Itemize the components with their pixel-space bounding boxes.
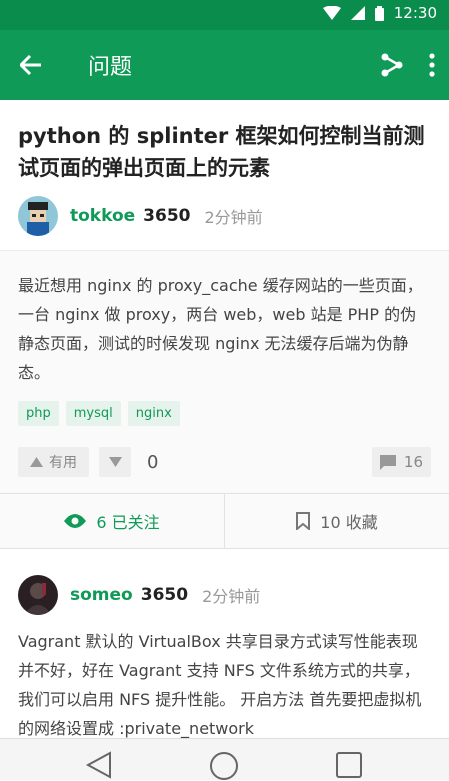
follow-button[interactable]: 6 已关注 — [0, 494, 224, 548]
comment-count: 16 — [403, 453, 423, 471]
triangle-up-icon — [30, 457, 43, 467]
author-reputation: 3650 — [140, 585, 189, 605]
question-body: 最近想用 nginx 的 proxy_cache 缓存网站的一些页面，一台 ng… — [0, 251, 449, 493]
vote-count: 0 — [147, 451, 159, 473]
triangle-down-icon — [108, 457, 122, 467]
post-time: 2分钟前 — [202, 587, 261, 606]
avatar[interactable] — [18, 196, 58, 236]
author-name[interactable]: someo — [70, 585, 133, 605]
tag-mysql[interactable]: mysql — [65, 401, 121, 426]
tag-list: php mysql nginx — [18, 401, 431, 426]
back-arrow-icon — [20, 55, 41, 75]
battery-icon — [374, 5, 384, 21]
tag-php[interactable]: php — [18, 401, 59, 426]
signal-icon — [350, 6, 365, 20]
nav-home-icon[interactable] — [209, 751, 239, 781]
follow-label: 6 已关注 — [96, 513, 160, 532]
author-name[interactable]: tokkoe — [70, 206, 135, 226]
question-title: python 的 splinter 框架如何控制当前测试页面的弹出页面上的元素 — [18, 124, 425, 180]
avatar[interactable] — [18, 575, 58, 615]
more-vert-icon[interactable] — [429, 53, 435, 77]
share-icon[interactable] — [381, 53, 403, 77]
upvote-button[interactable]: 有用 — [18, 447, 89, 477]
question-text: 最近想用 nginx 的 proxy_cache 缓存网站的一些页面，一台 ng… — [18, 276, 423, 382]
question-header: python 的 splinter 框架如何控制当前测试页面的弹出页面上的元素 … — [0, 100, 449, 251]
status-time: 12:30 — [393, 4, 437, 22]
vote-row: 有用 0 16 — [18, 447, 431, 493]
nav-recents-icon[interactable] — [336, 752, 362, 778]
eye-icon — [64, 514, 87, 528]
back-button[interactable] — [0, 30, 62, 100]
bookmark-label: 10 收藏 — [320, 513, 378, 532]
bookmark-icon — [296, 512, 311, 530]
nav-back-icon[interactable] — [84, 751, 114, 779]
downvote-button[interactable] — [99, 447, 131, 477]
tag-nginx[interactable]: nginx — [127, 401, 180, 426]
post-time: 2分钟前 — [204, 208, 263, 227]
question-author-row: tokkoe 3650 2分钟前 — [18, 196, 431, 236]
upvote-label: 有用 — [49, 455, 77, 471]
action-bar: 6 已关注 10 收藏 — [0, 493, 449, 549]
status-bar: 12:30 — [0, 0, 449, 30]
answer-item: someo 3650 2分钟前 Vagrant 默认的 VirtualBox 共… — [0, 549, 449, 743]
bookmark-button[interactable]: 10 收藏 — [224, 494, 449, 548]
comments-button[interactable]: 16 — [371, 447, 431, 477]
system-nav-bar — [0, 738, 449, 780]
wifi-icon — [322, 6, 341, 20]
author-reputation: 3650 — [143, 206, 191, 226]
app-bar: 问题 — [0, 30, 449, 100]
comment-icon — [379, 454, 396, 470]
answer-text: Vagrant 默认的 VirtualBox 共享目录方式读写性能表现并不好，好… — [18, 632, 422, 738]
page-title: 问题 — [88, 55, 133, 80]
answer-author-row: someo 3650 2分钟前 — [18, 575, 431, 615]
